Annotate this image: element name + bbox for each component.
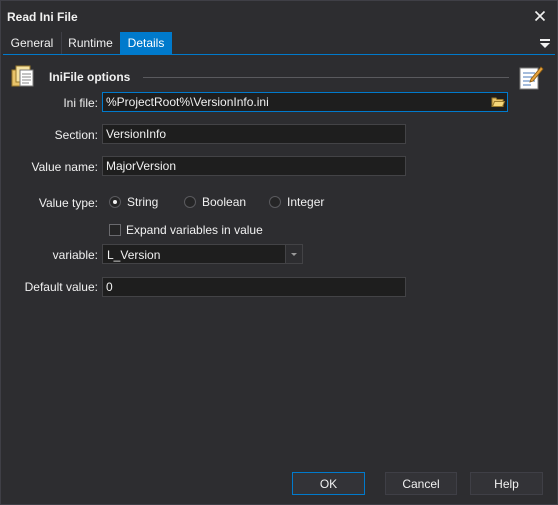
default-value-label: Default value: bbox=[24, 280, 98, 294]
default-value-field[interactable]: 0 bbox=[102, 277, 406, 297]
section-field[interactable]: VersionInfo bbox=[102, 124, 406, 144]
radio-string-label: String bbox=[127, 195, 159, 209]
expand-variables-checkbox[interactable]: Expand variables in value bbox=[109, 223, 263, 237]
variable-dropdown[interactable]: L_Version bbox=[102, 244, 303, 264]
dialog-window: Read Ini File General Runtime Details In… bbox=[0, 0, 558, 505]
section-label: Section: bbox=[54, 128, 98, 142]
radio-string[interactable]: String bbox=[109, 195, 158, 209]
radio-integer-circle bbox=[269, 196, 281, 208]
tab-general[interactable]: General bbox=[3, 32, 61, 54]
ini-file-field[interactable]: %ProjectRoot%\VersionInfo.ini bbox=[102, 92, 508, 112]
window-title: Read Ini File bbox=[7, 10, 78, 24]
close-icon[interactable] bbox=[531, 7, 549, 25]
tab-runtime[interactable]: Runtime bbox=[62, 32, 119, 54]
group-title: IniFile options bbox=[49, 70, 131, 84]
radio-integer[interactable]: Integer bbox=[269, 195, 324, 209]
section-value: VersionInfo bbox=[106, 127, 167, 141]
value-type-label: Value type: bbox=[38, 196, 98, 210]
chevron-down-icon bbox=[291, 253, 297, 256]
folder-icon[interactable] bbox=[490, 94, 506, 110]
radio-string-circle bbox=[109, 196, 121, 208]
value-name-label: Value name: bbox=[31, 160, 99, 174]
radio-boolean-label: Boolean bbox=[202, 195, 247, 209]
ok-button[interactable]: OK bbox=[292, 472, 365, 495]
tab-strip: General Runtime Details bbox=[3, 32, 555, 55]
radio-integer-label: Integer bbox=[287, 195, 325, 209]
variable-label: variable: bbox=[52, 248, 98, 262]
ini-file-value: %ProjectRoot%\VersionInfo.ini bbox=[106, 95, 269, 109]
radio-selected-dot bbox=[113, 200, 117, 204]
expand-variables-label: Expand variables in value bbox=[126, 223, 263, 237]
dropdown-button[interactable] bbox=[285, 245, 302, 263]
value-name-value: MajorVersion bbox=[106, 159, 177, 173]
checkbox-box bbox=[109, 224, 121, 236]
notes-icon[interactable] bbox=[518, 65, 544, 91]
ini-file-icon bbox=[11, 65, 34, 87]
variable-value: L_Version bbox=[107, 248, 161, 262]
default-value-value: 0 bbox=[106, 280, 113, 294]
group-divider bbox=[143, 77, 509, 78]
help-button[interactable]: Help bbox=[470, 472, 543, 495]
radio-boolean[interactable]: Boolean bbox=[184, 195, 246, 209]
value-name-field[interactable]: MajorVersion bbox=[102, 156, 406, 176]
radio-boolean-circle bbox=[184, 196, 196, 208]
tab-menu-icon[interactable] bbox=[539, 36, 551, 50]
tab-details[interactable]: Details bbox=[120, 32, 172, 54]
title-bar: Read Ini File bbox=[1, 1, 557, 31]
ini-file-label: Ini file: bbox=[63, 96, 98, 110]
cancel-button[interactable]: Cancel bbox=[385, 472, 457, 495]
